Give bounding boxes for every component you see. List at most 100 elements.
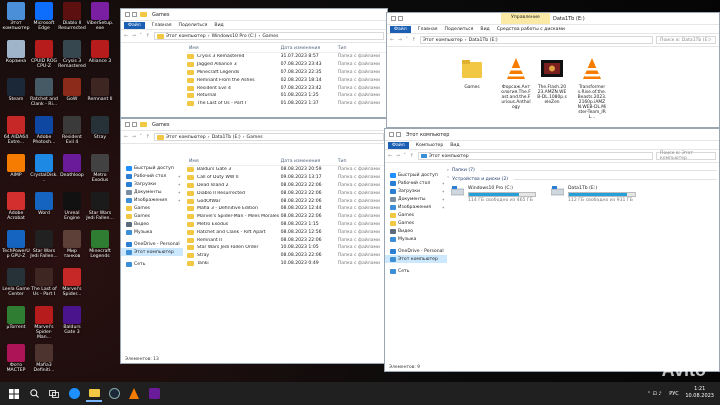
table-row[interactable]: Stray 08.08.2023 22:06 Папка с файлами [187, 252, 387, 260]
steam-taskbar-icon[interactable] [106, 386, 122, 402]
desktop-icon[interactable]: Microsoft Edge [30, 2, 58, 31]
desktop-icon[interactable]: Ratchet and Clank - Ri... [30, 78, 58, 107]
breadcrumb-this-pc[interactable]: Этот компьютер [423, 38, 463, 43]
properties-icon[interactable] [125, 122, 130, 127]
sidebar-item[interactable]: Сеть [385, 267, 447, 275]
properties-icon[interactable] [391, 16, 396, 21]
breadcrumb-games[interactable]: Games [247, 135, 263, 140]
new-folder-icon[interactable] [398, 16, 403, 21]
search-input[interactable]: Поиск в: Этот компьютер [656, 151, 716, 161]
vlc-taskbar-icon[interactable] [126, 386, 142, 402]
nav-arrows-icon[interactable]: ← → ˅ ↑ [124, 134, 151, 140]
column-date[interactable]: Дата изменения [281, 46, 338, 51]
tab-computer[interactable]: Компьютер [416, 143, 444, 148]
column-date[interactable]: Дата изменения [281, 159, 338, 164]
breadcrumb-games[interactable]: Games [262, 34, 278, 39]
desktop-icon[interactable]: Baldurs Gate 3 [58, 306, 86, 335]
table-row[interactable]: Jagged Alliance 3 07.08.2023 23:43 Папка с… [187, 61, 387, 69]
sidebar-item[interactable]: Быстрый доступ [385, 171, 447, 179]
breadcrumb-this-pc[interactable]: Этот компьютер [429, 154, 469, 159]
app-taskbar-icon[interactable] [146, 386, 162, 402]
file-explorer-taskbar-icon[interactable] [86, 386, 102, 402]
desktop-icon[interactable]: Star Wars Jedi Fallen... [86, 192, 114, 221]
desktop-icon[interactable]: CrystalDisk... [30, 154, 58, 183]
desktop-icon[interactable]: Word [30, 192, 58, 216]
tab-home[interactable]: Главная [418, 27, 438, 32]
tab-file[interactable]: Файл [124, 21, 145, 29]
desktop-icon[interactable]: Alliance 3 [86, 40, 114, 64]
sidebar-item[interactable]: Видео [121, 220, 183, 228]
table-row[interactable]: Crysis 3 Remastered 31.07.2023 8:57 Папка … [187, 53, 387, 61]
breadcrumb-drive-e[interactable]: Data1Tb (E:) [212, 135, 241, 140]
column-name[interactable]: Имя [187, 159, 281, 164]
properties-icon[interactable] [389, 132, 394, 137]
sidebar-item[interactable]: Games [121, 204, 183, 212]
file-tile[interactable]: Games [457, 57, 487, 90]
table-row[interactable]: Call of Duty WW II 09.08.2023 13:17 Папка … [187, 174, 387, 182]
table-row[interactable]: Dead Island 2 08.08.2023 22:06 Папка с фай… [187, 182, 387, 190]
table-row[interactable]: Metro Exodus 08.08.2023 1:15 Папка с файла… [187, 221, 387, 229]
folders-group-header[interactable]: › Папки (7) [447, 166, 717, 175]
tab-drive-tools[interactable]: Средства работы с дисками [497, 27, 565, 32]
desktop-icon[interactable]: Adobe Photosh... [30, 116, 58, 145]
sidebar-item[interactable]: Видео [385, 227, 447, 235]
drive-item[interactable]: Data1Tb (E:) 112 ГБ свободно из 931 ГБ [551, 186, 636, 203]
drive-item[interactable]: Windows10 Pro (C:) 114 ГБ свободно из 465… [451, 186, 536, 203]
sidebar-item[interactable]: Документы ✦ [385, 195, 447, 203]
sidebar-item[interactable]: Этот компьютер [121, 248, 183, 256]
desktop-icon[interactable]: TechPowerUp GPU-Z [2, 230, 30, 259]
desktop-icon[interactable]: Marvel's Spider-Man... [30, 306, 58, 341]
desktop-icon[interactable]: Мир танков [58, 230, 86, 259]
breadcrumb-drive-c[interactable]: Windows10 Pro (C:) [212, 34, 257, 39]
table-row[interactable]: Mafia 3 - Definitive Edition 08.08.2023 1… [187, 205, 387, 213]
properties-icon[interactable] [125, 12, 130, 17]
desktop-icon[interactable]: The Last of Us - Part I [30, 268, 58, 297]
desktop-icon[interactable]: Stray [86, 116, 114, 140]
sidebar-item[interactable]: Games [385, 211, 447, 219]
table-row[interactable]: Diablo II Resurrected 08.08.2023 22:06 Пап… [187, 189, 387, 197]
desktop-icon[interactable]: Steam [2, 78, 30, 102]
drives-group-header[interactable]: ˅ Устройства и диски (2) [447, 175, 717, 184]
desktop-icon[interactable]: Resident Evil 4 [58, 116, 86, 145]
breadcrumb-this-pc[interactable]: Этот компьютер [166, 34, 206, 39]
sidebar-item[interactable]: OneDrive - Personal [385, 247, 447, 255]
new-folder-icon[interactable] [396, 132, 401, 137]
desktop-icon[interactable]: Фото МАСТЕР [2, 344, 30, 373]
file-tile[interactable]: Форсаж.Антология.The.Fast.and.the.Furiou… [501, 57, 531, 110]
desktop-icon[interactable]: µTorrent [2, 306, 30, 330]
column-type[interactable]: Тип [338, 46, 387, 51]
desktop-icon[interactable]: Minecraft Legends [86, 230, 114, 259]
tray-icons[interactable]: ⌃ ⊡ ♪ [647, 391, 662, 397]
table-row[interactable]: Star Wars Jedi Fallen Order 10.08.2023 1:… [187, 244, 387, 252]
desktop-icon[interactable]: Unreal Engine [58, 192, 86, 221]
table-row[interactable]: Minecraft Legends 07.08.2023 22:35 Папка с… [187, 69, 387, 77]
table-row[interactable]: The Last of Us - Part I 01.08.2023 1:37 Па… [187, 100, 387, 108]
table-row[interactable]: Returnal 01.08.2023 1:25 Папка с файлами [187, 92, 387, 100]
desktop-icon[interactable]: Diablo II Resurrected [58, 2, 86, 31]
search-input[interactable]: Поиск в: Data1Tb (E:) [656, 36, 716, 44]
tab-view[interactable]: Вид [214, 23, 223, 28]
new-folder-icon[interactable] [132, 12, 137, 17]
sidebar-item[interactable]: Изображения ✦ [121, 196, 183, 204]
desktop-icon[interactable]: Mafia3 Definiti... [30, 344, 58, 373]
table-row[interactable]: Marvel's Spider-Man - Miles Morales 08.08… [187, 213, 387, 221]
column-name[interactable]: Имя [187, 46, 281, 51]
column-type[interactable]: Тип [338, 159, 387, 164]
file-tile[interactable]: The.Flash.2023.AMZN.WEB-DL.1080p.seleZen [537, 57, 567, 105]
tab-file[interactable]: Файл [388, 141, 409, 149]
file-tile[interactable]: Transformers.Rise.of.the.Beasts.2023.216… [577, 57, 607, 120]
language-indicator[interactable]: РУС [669, 391, 679, 397]
desktop-icon[interactable]: AIMP [2, 154, 30, 178]
desktop-icon[interactable]: Этот компьютер [2, 2, 30, 31]
desktop-icon[interactable]: ViberSetup.exe [86, 2, 114, 31]
desktop-icon[interactable]: CPUID ROG CPU-Z [30, 40, 58, 69]
new-folder-icon[interactable] [132, 122, 137, 127]
desktop-icon[interactable]: 64 AIDA64 Extre... [2, 116, 30, 145]
sidebar-item[interactable]: Загрузки ✦ [121, 180, 183, 188]
nav-arrows-icon[interactable]: ← → ˅ ↑ [390, 37, 417, 43]
sidebar-item[interactable]: Музыка [121, 228, 183, 236]
clock[interactable]: 1:21 10.08.2023 [685, 386, 714, 400]
tab-file[interactable]: Файл [390, 25, 411, 33]
breadcrumb-drive-e[interactable]: Data1Tb (E:) [469, 38, 498, 43]
table-row[interactable]: GodOfWar 08.08.2023 22:06 Папка с файлами [187, 197, 387, 205]
